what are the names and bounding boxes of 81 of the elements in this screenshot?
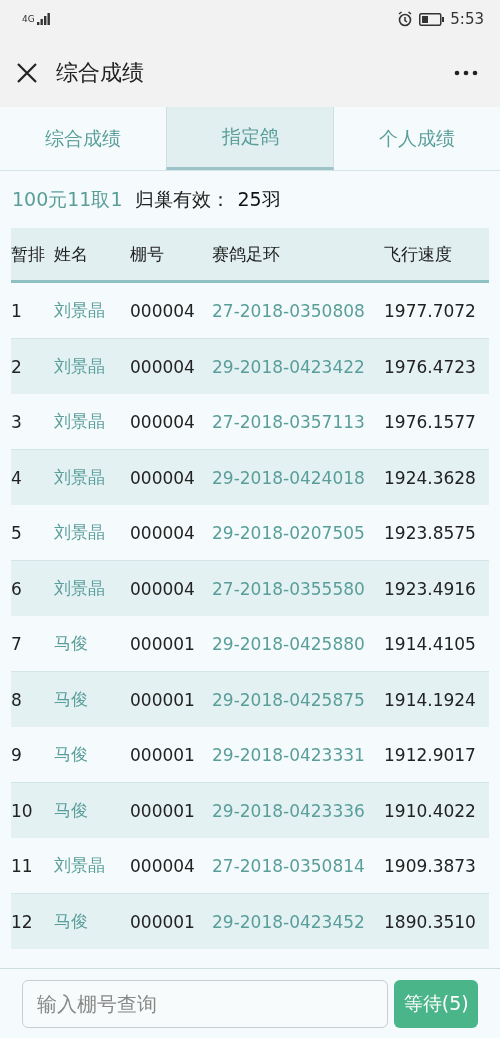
table-cell: 1910.4022 [384,782,489,838]
table-cell[interactable]: 29-2018-0425880 [212,616,384,672]
table-cell: 000004 [130,560,212,616]
table-cell: 9 [11,727,54,783]
table-cell[interactable]: 29-2018-0423452 [212,893,384,949]
table-cell: 1976.4723 [384,338,489,394]
table-cell[interactable]: 马俊 [54,727,130,783]
table-cell: 6 [11,560,54,616]
table-cell[interactable]: 29-2018-0423336 [212,782,384,838]
close-icon[interactable] [16,61,38,84]
table-cell: 000001 [130,782,212,838]
table-cell: 000001 [130,671,212,727]
page-title: 综合成绩 [56,58,144,87]
tab[interactable]: 综合成绩 [0,107,166,170]
battery-icon [419,12,445,26]
table-cell: 4 [11,449,54,505]
table-cell[interactable]: 刘景晶 [54,281,130,339]
table-cell: 2 [11,338,54,394]
race-name: 100元11取1 [12,186,123,212]
table-cell: 7 [11,616,54,672]
table-cell[interactable]: 29-2018-0423331 [212,727,384,783]
signal-icon [36,13,51,25]
table-cell[interactable]: 刘景晶 [54,394,130,450]
table-cell: 3 [11,394,54,450]
search-field[interactable]: 输入棚号查询 [22,980,389,1028]
table-cell: 000001 [130,893,212,949]
table-cell[interactable]: 马俊 [54,616,130,672]
table-cell[interactable]: 29-2018-0425875 [212,671,384,727]
table-cell: 1976.1577 [384,394,489,450]
network-label: 4G [22,14,35,24]
table-cell: 000004 [130,394,212,450]
column-header: 暂排 [11,228,54,282]
more-icon[interactable] [454,69,478,76]
column-header: 姓名 [54,228,130,282]
table-cell: 1914.1924 [384,671,489,727]
table-cell[interactable]: 27-2018-0350814 [212,838,384,894]
clock-time: 5:53 [450,10,484,28]
table-cell: 1 [11,281,54,339]
table-cell[interactable]: 27-2018-0350808 [212,281,384,339]
table-cell[interactable]: 27-2018-0357113 [212,394,384,450]
table-cell: 1912.9017 [384,727,489,783]
table-cell: 5 [11,505,54,561]
table-cell: 1923.4916 [384,560,489,616]
table-cell[interactable]: 27-2018-0355580 [212,560,384,616]
column-header: 赛鸽足环 [212,228,384,282]
returned-label: 归巢有效： [134,186,230,212]
table-cell: 1914.4105 [384,616,489,672]
table-cell: 000004 [130,838,212,894]
table-cell: 8 [11,671,54,727]
table-cell: 000004 [130,338,212,394]
table-cell: 000001 [130,727,212,783]
table-cell: 1923.8575 [384,505,489,561]
table-cell: 1977.7072 [384,281,489,339]
table-cell[interactable]: 马俊 [54,671,130,727]
table-cell: 000004 [130,505,212,561]
table-cell[interactable]: 29-2018-0207505 [212,505,384,561]
table-cell[interactable]: 刘景晶 [54,505,130,561]
table-cell[interactable]: 刘景晶 [54,838,130,894]
tab[interactable]: 个人成绩 [334,107,500,170]
table-cell: 12 [11,893,54,949]
table-cell[interactable]: 刘景晶 [54,449,130,505]
table-cell: 000004 [130,449,212,505]
table-cell[interactable]: 马俊 [54,893,130,949]
table-cell: 11 [11,838,54,894]
alarm-icon [397,11,414,27]
table-cell[interactable]: 刘景晶 [54,338,130,394]
table-cell[interactable]: 马俊 [54,782,130,838]
column-header: 飞行速度 [384,228,489,282]
table-cell: 1924.3628 [384,449,489,505]
table-cell: 1909.3873 [384,838,489,894]
wait-button[interactable]: 等待(5) [394,980,478,1028]
table-cell: 000001 [130,616,212,672]
table-cell: 10 [11,782,54,838]
table-cell[interactable]: 刘景晶 [54,560,130,616]
column-header: 棚号 [130,228,212,282]
table-cell[interactable]: 29-2018-0423422 [212,338,384,394]
table-cell: 000004 [130,281,212,339]
table-cell[interactable]: 29-2018-0424018 [212,449,384,505]
returned-count: 25羽 [237,186,281,212]
tab[interactable]: 指定鸽 [166,107,334,170]
table-cell: 1890.3510 [384,893,489,949]
